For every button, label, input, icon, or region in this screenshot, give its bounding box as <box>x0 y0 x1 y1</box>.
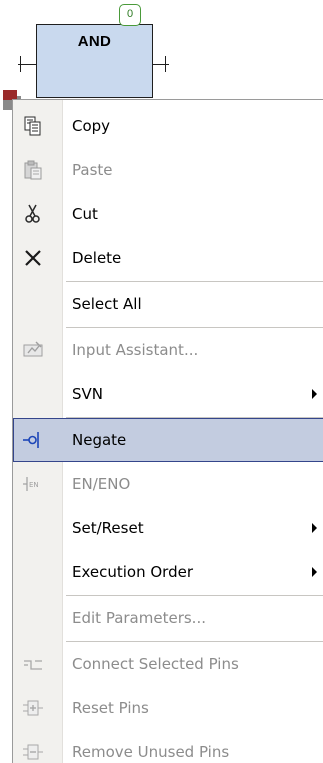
context-menu: Copy Paste Cut Delete Select All Input A… <box>12 99 323 763</box>
menu-item-label: Copy <box>72 117 111 135</box>
menu-item-label: EN/ENO <box>72 475 131 493</box>
scissors-icon <box>22 203 44 225</box>
screenshot-root: AND 0 Copy Paste Cut Delete Select All I… <box>0 0 323 763</box>
menu-item-copy[interactable]: Copy <box>13 104 323 148</box>
menu-item-set-reset[interactable]: Set/Reset <box>13 506 323 550</box>
remove-pins-icon <box>22 741 44 763</box>
menu-item-en-eno[interactable]: EN EN/ENO <box>13 462 323 506</box>
menu-item-paste[interactable]: Paste <box>13 148 323 192</box>
menu-item-label: Negate <box>72 431 127 449</box>
menu-item-delete[interactable]: Delete <box>13 236 323 280</box>
paste-icon <box>22 159 44 181</box>
menu-item-connect-selected-pins[interactable]: Connect Selected Pins <box>13 642 323 686</box>
submenu-arrow-icon <box>312 523 317 533</box>
menu-item-label: SVN <box>72 385 104 403</box>
block-title: AND <box>77 33 112 50</box>
copy-icon <box>22 115 44 137</box>
submenu-arrow-icon <box>312 389 317 399</box>
menu-item-label: Select All <box>72 295 142 313</box>
menu-item-label: Set/Reset <box>72 519 144 537</box>
menu-item-label: Paste <box>72 161 113 179</box>
menu-item-select-all[interactable]: Select All <box>13 282 323 326</box>
output-pin-tick <box>165 56 166 72</box>
menu-item-label: Delete <box>72 249 122 267</box>
input-pin-tick <box>20 56 21 72</box>
delete-x-icon <box>22 247 44 269</box>
menu-item-label: Connect Selected Pins <box>72 655 239 673</box>
menu-item-label: Cut <box>72 205 98 223</box>
negate-icon <box>22 429 44 451</box>
menu-item-execution-order[interactable]: Execution Order <box>13 550 323 594</box>
menu-item-svn[interactable]: SVN <box>13 372 323 416</box>
and-function-block[interactable]: AND <box>36 24 153 98</box>
menu-item-negate[interactable]: Negate <box>13 418 323 462</box>
connect-pins-icon <box>22 653 44 675</box>
en-eno-icon: EN <box>22 473 44 495</box>
menu-item-label: Reset Pins <box>72 699 149 717</box>
input-assistant-icon <box>22 339 44 361</box>
menu-item-edit-parameters[interactable]: Edit Parameters... <box>13 596 323 640</box>
menu-item-label: Remove Unused Pins <box>72 743 230 761</box>
menu-item-label: Execution Order <box>72 563 194 581</box>
svg-text:EN: EN <box>29 481 39 489</box>
submenu-arrow-icon <box>312 567 317 577</box>
execution-order-badge: 0 <box>119 4 141 26</box>
menu-item-remove-unused-pins[interactable]: Remove Unused Pins <box>13 730 323 763</box>
menu-item-input-assistant[interactable]: Input Assistant... <box>13 328 323 372</box>
menu-item-label: Edit Parameters... <box>72 609 206 627</box>
reset-pins-icon <box>22 697 44 719</box>
menu-item-cut[interactable]: Cut <box>13 192 323 236</box>
output-pin-line[interactable] <box>153 64 169 65</box>
menu-item-reset-pins[interactable]: Reset Pins <box>13 686 323 730</box>
menu-item-label: Input Assistant... <box>72 341 199 359</box>
